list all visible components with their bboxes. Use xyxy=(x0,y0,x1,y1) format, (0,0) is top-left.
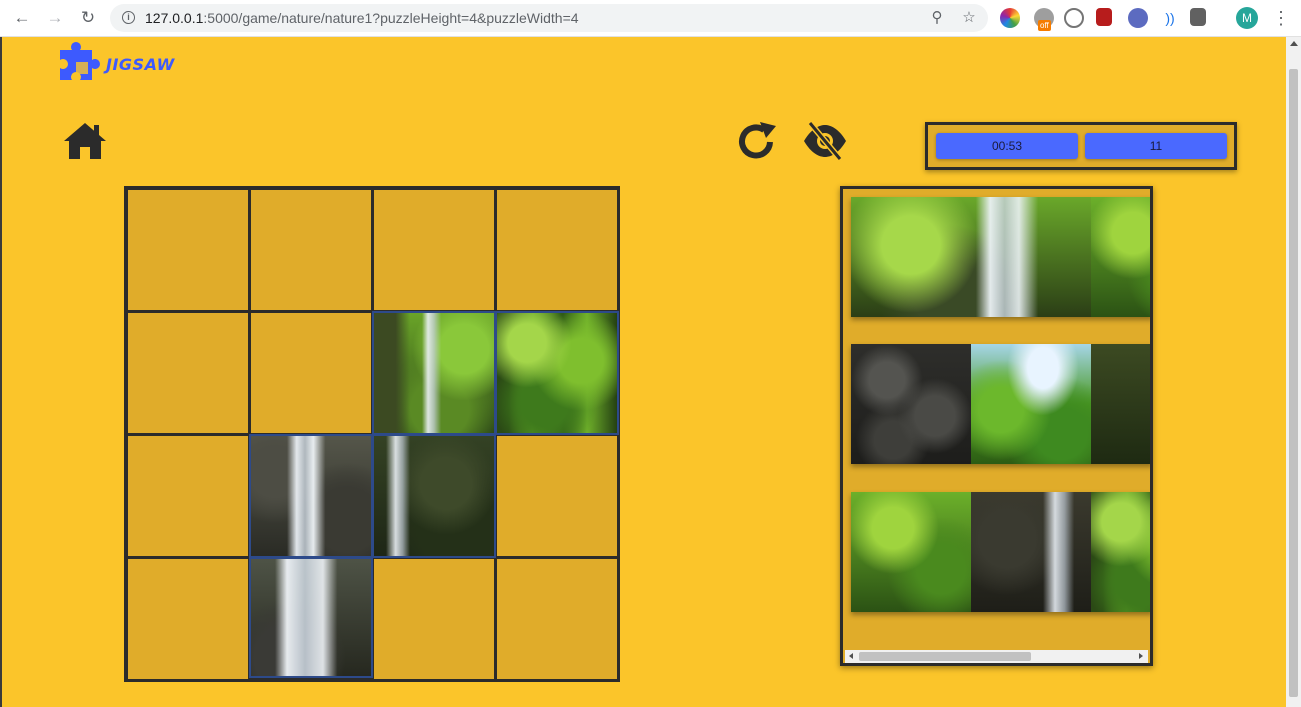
toggle-preview-button[interactable] xyxy=(801,120,849,167)
board-cell[interactable] xyxy=(497,436,617,556)
puzzle-logo-icon xyxy=(60,42,100,80)
timer-display: 00:53 xyxy=(936,133,1078,159)
browser-toolbar: ← → ↻ i 127.0.0.1:5000/game/nature/natur… xyxy=(0,0,1301,37)
url-host: 127.0.0.1 xyxy=(145,10,204,26)
tray-piece[interactable] xyxy=(1091,197,1150,317)
board-cell[interactable] xyxy=(128,313,248,433)
tray-piece[interactable] xyxy=(851,344,971,464)
board-cell[interactable] xyxy=(128,436,248,556)
zoom-icon[interactable]: ⚲ xyxy=(928,9,946,27)
shield-extension-icon[interactable] xyxy=(1190,8,1206,26)
page-scrollbar[interactable] xyxy=(1286,37,1301,707)
placed-piece[interactable] xyxy=(249,434,373,558)
tray-piece[interactable] xyxy=(1091,492,1150,612)
wordpress-extension-icon[interactable] xyxy=(1064,8,1084,28)
scroll-up-arrow[interactable] xyxy=(1290,41,1298,46)
url-path: :5000/game/nature/nature1?puzzleHeight=4… xyxy=(203,10,579,26)
puzzle-board xyxy=(124,186,620,682)
tray-scroll-thumb[interactable] xyxy=(859,652,1031,661)
bookmark-star-icon[interactable]: ☆ xyxy=(960,9,978,27)
scroll-thumb[interactable] xyxy=(1289,69,1298,697)
reload-icon[interactable]: ↻ xyxy=(76,6,100,30)
profile-avatar[interactable]: M xyxy=(1236,7,1258,29)
app-logo[interactable]: JIGSAW xyxy=(56,40,175,88)
board-cell[interactable] xyxy=(497,559,617,679)
ublock-icon[interactable] xyxy=(1096,8,1112,26)
extension-blue-icon[interactable] xyxy=(1128,8,1148,28)
eye-slash-icon xyxy=(804,121,846,161)
tray-piece[interactable] xyxy=(1091,344,1150,464)
board-cell[interactable] xyxy=(374,559,494,679)
moves-counter: 11 xyxy=(1085,133,1227,159)
home-icon xyxy=(64,123,106,159)
home-button[interactable] xyxy=(62,121,108,166)
url-text[interactable]: 127.0.0.1:5000/game/nature/nature1?puzzl… xyxy=(145,10,579,26)
tray-row xyxy=(851,492,1150,612)
scroll-right-arrow[interactable] xyxy=(1139,653,1143,659)
cast-icon[interactable]: )) xyxy=(1160,8,1180,28)
board-cell[interactable] xyxy=(128,190,248,310)
logo-text: JIGSAW xyxy=(106,54,175,74)
forward-icon[interactable]: → xyxy=(43,6,67,30)
board-cell[interactable] xyxy=(251,190,371,310)
stats-panel: 00:53 11 xyxy=(925,122,1237,170)
extension-badge: off xyxy=(1038,20,1051,31)
piece-tray[interactable] xyxy=(840,186,1153,666)
menu-kebab-icon[interactable]: ⋮ xyxy=(1272,6,1290,30)
placed-piece[interactable] xyxy=(372,434,496,558)
board-cell[interactable] xyxy=(497,190,617,310)
color-extension-icon[interactable] xyxy=(1000,8,1020,28)
tray-row xyxy=(851,197,1150,317)
address-bar[interactable]: i 127.0.0.1:5000/game/nature/nature1?puz… xyxy=(110,4,988,32)
tray-piece[interactable] xyxy=(971,344,1091,464)
tray-piece[interactable] xyxy=(851,492,971,612)
placed-piece[interactable] xyxy=(249,557,373,678)
board-cell[interactable] xyxy=(374,190,494,310)
info-icon[interactable]: i xyxy=(122,11,135,24)
redo-icon xyxy=(739,122,776,159)
back-icon[interactable]: ← xyxy=(10,6,34,30)
restart-button[interactable] xyxy=(734,120,778,169)
board-cell[interactable] xyxy=(128,559,248,679)
tray-row xyxy=(851,344,1150,464)
tray-piece[interactable] xyxy=(971,492,1091,612)
tray-scrollbar[interactable] xyxy=(845,650,1148,663)
board-cell[interactable] xyxy=(251,313,371,433)
placed-piece[interactable] xyxy=(495,311,619,435)
placed-piece[interactable] xyxy=(372,311,496,435)
scroll-left-arrow[interactable] xyxy=(849,653,853,659)
tray-piece[interactable] xyxy=(851,197,1091,317)
